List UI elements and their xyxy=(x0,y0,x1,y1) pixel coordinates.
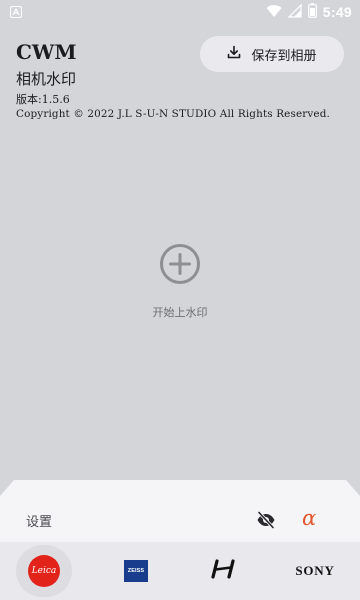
app-title: CWM xyxy=(16,40,77,64)
sony-logo: SONY xyxy=(295,563,335,578)
brand-item-zeiss[interactable]: ZEISS xyxy=(112,542,160,600)
cellular-signal-icon xyxy=(287,3,302,22)
save-to-album-button[interactable]: 保存到相册 xyxy=(200,36,344,72)
add-watermark-area[interactable]: 开始上水印 xyxy=(130,242,230,328)
download-icon xyxy=(227,45,241,63)
bottom-panel: 设置 α Leica ZEISS SONY xyxy=(0,480,360,600)
sony-alpha-icon[interactable]: α xyxy=(302,506,316,530)
settings-label[interactable]: 设置 xyxy=(26,511,52,530)
save-button-label: 保存到相册 xyxy=(251,48,317,64)
hasselblad-logo-icon xyxy=(211,559,237,583)
version-text: 版本:1.5.6 xyxy=(16,93,70,106)
notification-a-icon xyxy=(10,6,22,18)
zeiss-logo-icon: ZEISS xyxy=(124,560,148,582)
add-watermark-label: 开始上水印 xyxy=(152,306,208,319)
status-bar: 5:49 xyxy=(0,0,360,24)
brand-selector-bar: Leica ZEISS SONY xyxy=(0,542,360,600)
battery-icon xyxy=(307,2,317,22)
plus-circle-icon[interactable] xyxy=(158,242,202,290)
copyright-text: Copyright © 2022 J.L S-U-N STUDIO All Ri… xyxy=(16,108,330,120)
status-time: 5:49 xyxy=(322,4,352,20)
brand-item-leica[interactable]: Leica xyxy=(16,542,72,600)
eye-off-icon[interactable] xyxy=(256,510,276,534)
app-subtitle: 相机水印 xyxy=(16,70,77,88)
leica-logo-icon: Leica xyxy=(28,555,60,587)
settings-row: 设置 α xyxy=(0,480,360,542)
brand-item-sony[interactable]: SONY xyxy=(280,542,350,600)
wifi-icon xyxy=(266,3,282,22)
brand-item-hasselblad[interactable] xyxy=(200,542,248,600)
